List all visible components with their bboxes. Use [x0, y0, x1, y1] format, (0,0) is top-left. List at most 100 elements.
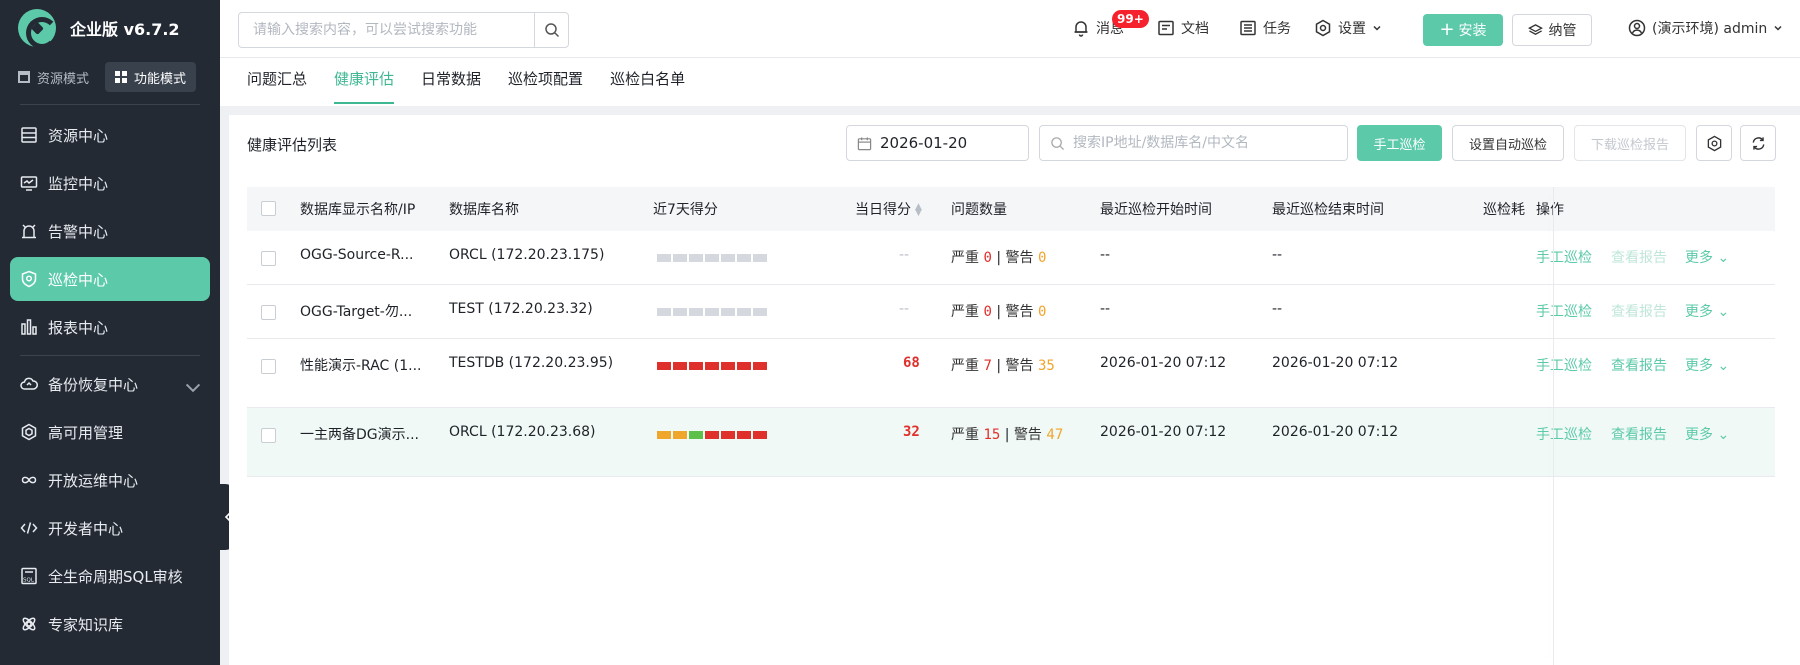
- row-more-menu[interactable]: 更多 ⌄: [1685, 355, 1729, 375]
- sort-icon: ▲ ▼: [915, 202, 922, 218]
- sidebar-item-label: 开发者中心: [48, 519, 124, 538]
- last-end-time: 2026-01-20 07:12: [1272, 355, 1399, 371]
- score-segment: [657, 308, 671, 316]
- row-checkbox[interactable]: [261, 428, 276, 447]
- bar-chart-icon: [21, 319, 37, 335]
- row-checkbox[interactable]: [261, 251, 276, 270]
- docs-label: 文档: [1181, 21, 1209, 37]
- row-manual-inspection-link[interactable]: 手工巡检: [1536, 247, 1592, 267]
- sidebar-item-knowledge-base[interactable]: 专家知识库: [10, 602, 210, 646]
- row-manual-inspection-link[interactable]: 手工巡检: [1536, 355, 1592, 375]
- score-segment: [673, 308, 687, 316]
- row-view-report-link[interactable]: 查看报告: [1611, 355, 1667, 375]
- row-manual-inspection-link[interactable]: 手工巡检: [1536, 424, 1592, 444]
- row-more-menu[interactable]: 更多 ⌄: [1685, 247, 1729, 267]
- score-segment: [689, 362, 703, 370]
- table-settings-button[interactable]: [1696, 125, 1732, 161]
- score-segment: [705, 254, 719, 262]
- row-more-menu[interactable]: 更多 ⌄: [1685, 424, 1729, 444]
- gear-icon: [1315, 19, 1331, 37]
- tab-inspection-whitelist[interactable]: 巡检白名单: [610, 58, 685, 106]
- score-segment: [705, 308, 719, 316]
- score-segment: [657, 362, 671, 370]
- user-name: (演示环境) admin: [1652, 21, 1768, 37]
- tab-health-assessment[interactable]: 健康评估: [334, 58, 395, 106]
- hexagon-icon: [21, 423, 37, 441]
- tab-inspection-config[interactable]: 巡检项配置: [508, 58, 583, 106]
- search-input[interactable]: [239, 13, 534, 47]
- manage-button[interactable]: 纳管: [1512, 14, 1592, 46]
- row-view-report-link[interactable]: 查看报告: [1611, 301, 1667, 321]
- docs-button[interactable]: 文档: [1157, 18, 1209, 38]
- row-view-report-link[interactable]: 查看报告: [1611, 424, 1667, 444]
- settings-button[interactable]: 设置: [1314, 18, 1382, 38]
- row-manual-inspection-link[interactable]: 手工巡检: [1536, 301, 1592, 321]
- sidebar-item-ha-management[interactable]: 高可用管理: [10, 410, 210, 454]
- download-report-button[interactable]: 下载巡检报告: [1574, 125, 1686, 161]
- manage-label: 纳管: [1548, 23, 1577, 39]
- sidebar-item-backup-center[interactable]: 备份恢复中心: [10, 362, 210, 406]
- sidebar-item-report-center[interactable]: 报表中心: [10, 305, 210, 349]
- tab-daily-data[interactable]: 日常数据: [421, 58, 481, 106]
- date-picker[interactable]: 2026-01-20: [846, 125, 1029, 161]
- score-segment: [673, 362, 687, 370]
- score-segment: [689, 308, 703, 316]
- score-segment: [673, 254, 687, 262]
- function-mode-button[interactable]: 功能模式: [105, 62, 197, 92]
- table-icon: [18, 71, 30, 83]
- tasks-button[interactable]: 任务: [1239, 18, 1291, 38]
- score-trend: [657, 362, 767, 370]
- resource-mode-button[interactable]: 资源模式: [8, 62, 99, 92]
- settings-label: 设置: [1338, 21, 1366, 37]
- search-icon: [544, 23, 559, 38]
- refresh-button[interactable]: [1740, 125, 1776, 161]
- select-all-checkbox[interactable]: [261, 201, 276, 220]
- col-actions: 操作: [1536, 202, 1564, 218]
- col-db-name: 数据库名称: [449, 202, 519, 218]
- sidebar-item-open-ops[interactable]: 开放运维中心: [10, 458, 210, 502]
- col-duration: 巡检耗: [1483, 202, 1525, 218]
- col-today-score[interactable]: 当日得分 ▲ ▼: [855, 199, 922, 219]
- last-start-time: --: [1100, 301, 1111, 317]
- auto-inspection-button[interactable]: 设置自动巡检: [1452, 125, 1564, 161]
- layers-icon: [1527, 23, 1543, 35]
- sidebar-item-developer-center[interactable]: 开发者中心: [10, 506, 210, 550]
- today-score: --: [899, 247, 910, 263]
- user-icon: [1628, 19, 1646, 37]
- sidebar-item-label: 监控中心: [48, 174, 109, 193]
- row-more-menu[interactable]: 更多 ⌄: [1685, 301, 1729, 321]
- manual-inspection-button[interactable]: 手工巡检: [1357, 125, 1442, 161]
- row-checkbox[interactable]: [261, 359, 276, 378]
- tab-issue-summary[interactable]: 问题汇总: [247, 58, 307, 106]
- search-button[interactable]: [534, 13, 568, 47]
- row-view-report-link[interactable]: 查看报告: [1611, 247, 1667, 267]
- last-end-time: --: [1272, 247, 1283, 263]
- messages-button[interactable]: 消息 99+: [1072, 10, 1149, 38]
- document-icon: [1158, 20, 1174, 36]
- today-score: 32: [903, 424, 920, 440]
- svg-text:SQL: SQL: [23, 578, 35, 584]
- sidebar-item-resource-center[interactable]: 资源中心: [10, 113, 210, 157]
- col-last-end: 最近巡检结束时间: [1272, 202, 1384, 218]
- install-button[interactable]: + 安装: [1423, 14, 1503, 46]
- sidebar-item-label: 专家知识库: [48, 615, 124, 634]
- user-menu[interactable]: (演示环境) admin: [1628, 18, 1783, 38]
- logo-icon: [18, 9, 58, 49]
- col-display-name: 数据库显示名称/IP: [300, 202, 416, 218]
- monitor-icon: [20, 176, 38, 191]
- score-trend: [657, 308, 767, 316]
- last-start-time: --: [1100, 247, 1111, 263]
- sidebar-item-label: 巡检中心: [48, 270, 109, 289]
- plus-icon: +: [1439, 19, 1455, 40]
- db-name: ORCL (172.20.23.68): [449, 424, 596, 440]
- sidebar-item-monitor-center[interactable]: 监控中心: [10, 161, 210, 205]
- sidebar-item-inspection-center[interactable]: 巡检中心: [10, 257, 210, 301]
- score-segment: [689, 254, 703, 262]
- score-segment: [721, 308, 735, 316]
- sidebar: 企业版 v6.7.2 资源模式 功能模式 资源中心 监控中心 告警中心 巡检中心: [0, 0, 220, 665]
- db-name: ORCL (172.20.23.175): [449, 247, 605, 263]
- table-search-input[interactable]: [1073, 135, 1333, 151]
- sidebar-item-alarm-center[interactable]: 告警中心: [10, 209, 210, 253]
- sidebar-item-sql-audit[interactable]: SQL 全生命周期SQL审核: [10, 554, 210, 598]
- row-checkbox[interactable]: [261, 305, 276, 324]
